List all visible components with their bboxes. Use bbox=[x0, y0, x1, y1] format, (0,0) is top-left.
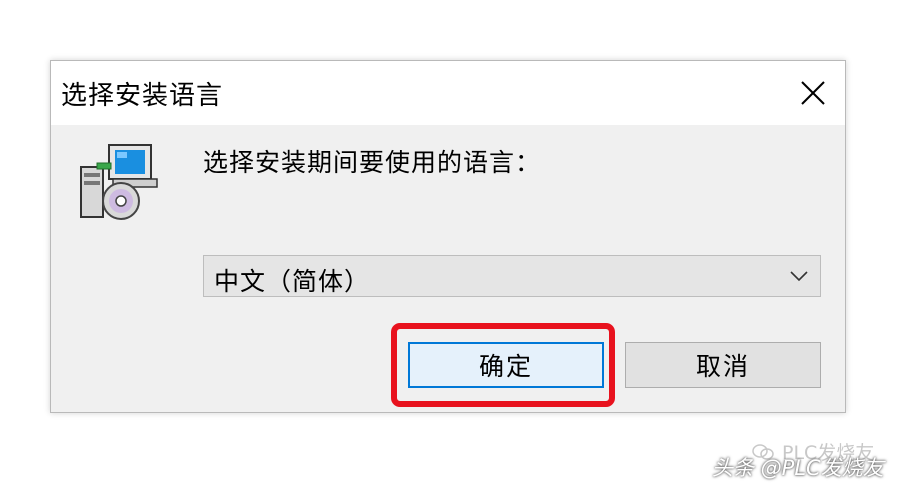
dialog-title: 选择安装语言 bbox=[61, 81, 224, 111]
language-select-value: 中文（简体） bbox=[214, 267, 371, 296]
chevron-down-icon bbox=[790, 271, 808, 282]
close-icon bbox=[801, 81, 825, 105]
language-select[interactable]: 中文（简体） bbox=[203, 255, 821, 297]
language-dialog: 选择安装语言 选择安装期间要使用的语言： 中文（简体） 确定 取消 bbox=[50, 60, 846, 413]
watermark-bottom: 头条 @PLC发烧友 bbox=[712, 456, 884, 480]
cancel-button[interactable]: 取消 bbox=[625, 342, 821, 388]
ok-button[interactable]: 确定 bbox=[408, 342, 604, 388]
installer-icon bbox=[80, 144, 158, 220]
prompt-label: 选择安装期间要使用的语言： bbox=[203, 148, 542, 177]
title-bar: 选择安装语言 bbox=[51, 61, 845, 125]
close-button[interactable] bbox=[781, 61, 845, 125]
